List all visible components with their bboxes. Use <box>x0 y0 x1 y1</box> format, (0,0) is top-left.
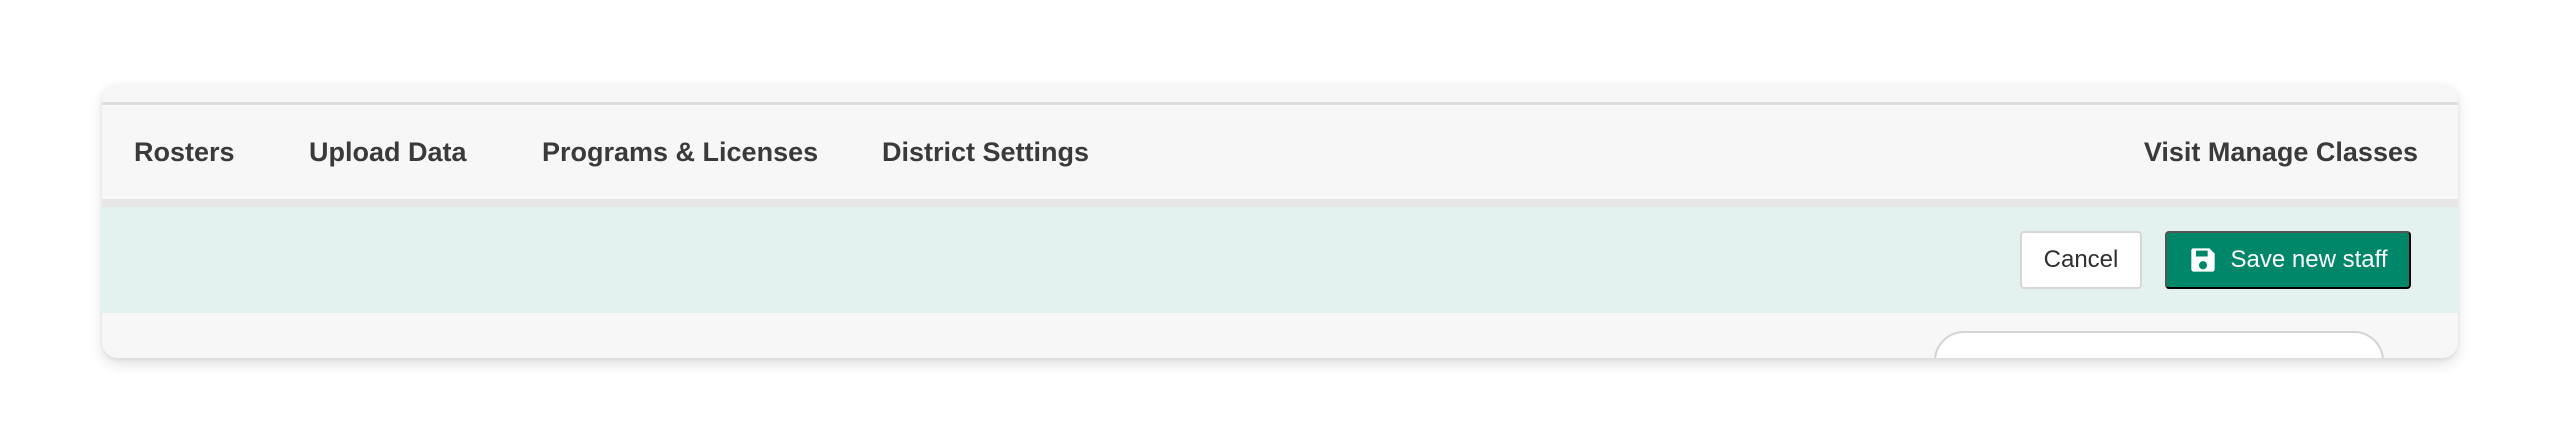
save-new-staff-button[interactable]: Save new staff <box>2165 231 2411 289</box>
action-bar: Cancel Save new staff <box>102 207 2458 313</box>
cancel-button-label: Cancel <box>2043 246 2119 273</box>
nav-link-programs-licenses[interactable]: Programs & Licenses <box>542 105 818 199</box>
save-button-label: Save new staff <box>2230 246 2388 273</box>
admin-panel-card: Rosters Upload Data Programs & Licenses … <box>102 84 2458 358</box>
cancel-button[interactable]: Cancel <box>2020 231 2142 289</box>
nav-link-visit-manage-classes[interactable]: Visit Manage Classes <box>2144 105 2418 199</box>
nav-link-rosters[interactable]: Rosters <box>134 105 235 199</box>
search-pill-edge[interactable] <box>1934 331 2384 358</box>
floppy-disk-icon <box>2190 248 2215 272</box>
nav-link-district-settings[interactable]: District Settings <box>882 105 1089 199</box>
top-navigation: Rosters Upload Data Programs & Licenses … <box>102 105 2458 207</box>
nav-link-upload-data[interactable]: Upload Data <box>309 105 467 199</box>
content-area <box>102 313 2458 358</box>
